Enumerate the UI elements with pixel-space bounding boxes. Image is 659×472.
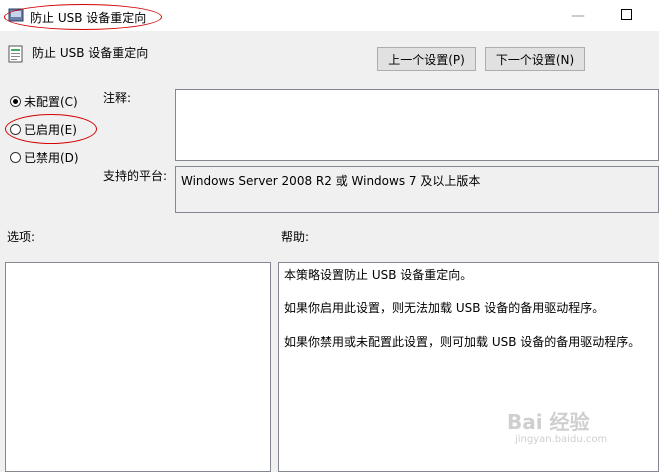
radio-not-configured[interactable]: 未配置(C) bbox=[10, 93, 78, 110]
platform-field: Windows Server 2008 R2 或 Windows 7 及以上版本 bbox=[175, 166, 659, 213]
help-label: 帮助: bbox=[281, 230, 310, 244]
minimize-button[interactable]: — bbox=[568, 8, 588, 24]
previous-setting-button[interactable]: 上一个设置(P) bbox=[377, 47, 476, 71]
watermark-url: jingyan.baidu.com bbox=[515, 434, 608, 445]
comment-textarea[interactable] bbox=[175, 89, 659, 161]
radio-circle bbox=[10, 152, 21, 163]
annotation-ellipse-enabled bbox=[5, 114, 97, 144]
help-pane[interactable]: 本策略设置防止 USB 设备重定向。 如果你启用此设置，则无法加载 USB 设备… bbox=[278, 262, 659, 472]
maximize-icon bbox=[620, 9, 632, 20]
help-line: 如果你禁用或未配置此设置，则可加载 USB 设备的备用驱动程序。 bbox=[284, 335, 641, 349]
comment-label: 注释: bbox=[103, 91, 132, 105]
radio-label: 未配置(C) bbox=[24, 95, 78, 109]
options-label: 选项: bbox=[7, 230, 36, 244]
setting-icon bbox=[8, 45, 23, 63]
watermark-logo: Bai 经验 bbox=[507, 410, 590, 434]
help-line: 本策略设置防止 USB 设备重定向。 bbox=[284, 268, 473, 282]
radio-label: 已禁用(D) bbox=[24, 151, 79, 165]
radio-circle-checked bbox=[10, 96, 21, 107]
platform-value: Windows Server 2008 R2 或 Windows 7 及以上版本 bbox=[181, 174, 481, 188]
annotation-ellipse-title bbox=[4, 4, 162, 30]
next-setting-button[interactable]: 下一个设置(N) bbox=[485, 47, 585, 71]
options-pane[interactable] bbox=[5, 262, 271, 472]
setting-title: 防止 USB 设备重定向 bbox=[32, 46, 149, 60]
maximize-button[interactable] bbox=[616, 8, 636, 24]
platform-label: 支持的平台: bbox=[103, 169, 168, 183]
radio-disabled[interactable]: 已禁用(D) bbox=[10, 149, 79, 166]
help-line: 如果你启用此设置，则无法加载 USB 设备的备用驱动程序。 bbox=[284, 301, 605, 315]
